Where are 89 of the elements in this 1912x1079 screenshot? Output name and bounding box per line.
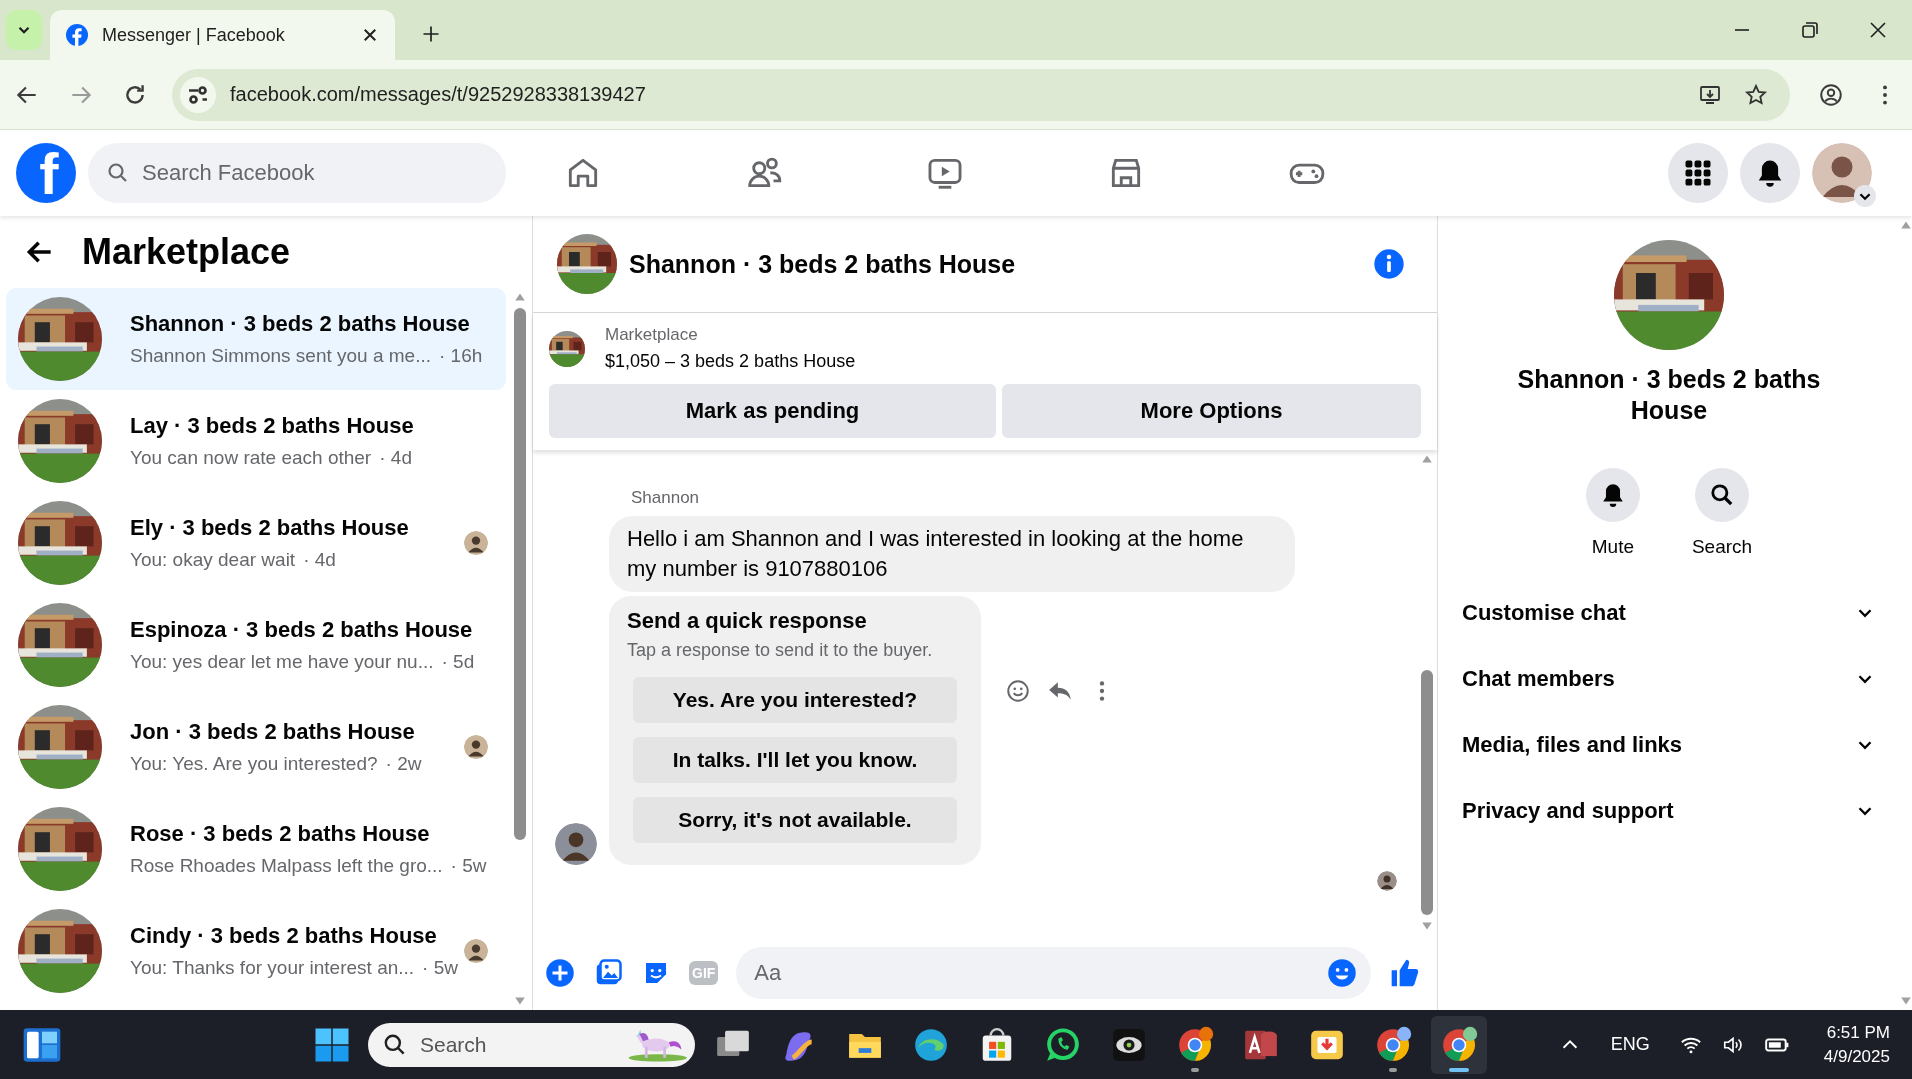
action-label: Search (1691, 536, 1753, 558)
section-header[interactable]: Customise chat (1462, 580, 1876, 646)
clock-time[interactable]: 6:51 PM (1826, 1022, 1890, 1043)
section-header[interactable]: Chat members (1462, 646, 1876, 712)
message-bubble: Hello i am Shannon and I was interested in looking at the home my number is 9107880106 (609, 516, 1295, 592)
search-field[interactable]: Search Facebook (88, 143, 506, 203)
quick-response-button[interactable]: Yes. Are you interested? (633, 677, 957, 723)
conversation-item[interactable]: Jon · 3 beds 2 baths House You: Yes. Are you interested? · 2w (6, 696, 506, 798)
chrome-icon (1440, 1025, 1478, 1064)
message-input[interactable]: Aa (736, 946, 1371, 999)
message-time: · 2w (385, 753, 422, 775)
mute-button[interactable] (1585, 468, 1640, 522)
action-label: Mute (1591, 536, 1634, 558)
conversation-name: Rose · 3 beds 2 baths House (130, 821, 431, 847)
quick-response-button[interactable]: In talks. I'll let you know. (633, 737, 957, 783)
sender-name: Shannon (631, 488, 701, 508)
message-time: · 4d (379, 447, 412, 469)
sidebar-title: Marketplace (82, 231, 291, 273)
scroll-down-icon[interactable] (1421, 921, 1433, 931)
message-preview: You: okay dear wait (130, 549, 296, 571)
conversation-item[interactable]: Lay · 3 beds 2 baths House You can now rate each other · 4d (6, 390, 506, 492)
chrome-icon (1374, 1025, 1412, 1064)
url-text: facebook.com/messages/t/9252928338139427 (230, 83, 646, 106)
info-icon[interactable] (1373, 248, 1405, 280)
card-subtitle: Tap a response to send it to the buyer. (627, 640, 934, 661)
language-indicator[interactable]: ENG (1610, 1034, 1650, 1055)
avatar (555, 823, 597, 865)
browser-tab[interactable]: Messenger | Facebook (50, 10, 395, 60)
conversation-name: Shannon · 3 beds 2 baths House (130, 311, 471, 337)
taskbar-app[interactable] (1431, 1015, 1487, 1074)
conversation-name: Jon · 3 beds 2 baths House (130, 719, 416, 745)
message-preview: Shannon Simmons sent you a me... (130, 345, 431, 367)
search-button[interactable] (1695, 468, 1749, 522)
clock-date[interactable]: 4/9/2025 (1823, 1046, 1890, 1067)
avatar (1812, 143, 1872, 203)
taskbar-search-field[interactable]: Search (368, 1022, 695, 1067)
conversation-name: Ely · 3 beds 2 baths House (130, 515, 410, 541)
windows-start-icon[interactable] (314, 1026, 350, 1063)
listing-summary: $1,050 – 3 beds 2 baths House (605, 351, 856, 372)
grid-icon (1683, 158, 1713, 188)
scroll-up-icon[interactable] (1900, 220, 1912, 230)
quick-response-button[interactable]: Sorry, it's not available. (633, 797, 957, 843)
emoji-icon[interactable] (1327, 957, 1357, 988)
conversation-item[interactable]: Rose · 3 beds 2 baths House Rose Rhoades Malpass left the gro... · 5w (6, 798, 506, 900)
phone-chat-icon (1044, 1025, 1082, 1064)
conversation-item[interactable]: Espinoza · 3 beds 2 baths House You: yes dear let me have your nu... · 5d (6, 594, 506, 696)
listing-label: Marketplace (605, 325, 699, 345)
message-time: · 4d (303, 549, 336, 571)
message-preview: Rose Rhoades Malpass left the gro... (130, 855, 443, 877)
plus-icon[interactable] (421, 24, 441, 44)
message-time: · 5w (450, 855, 487, 877)
message-time: · 16h (439, 345, 483, 367)
chevron-down-icon[interactable] (1854, 185, 1876, 207)
section-header[interactable]: Privacy and support (1462, 778, 1876, 844)
address-bar[interactable]: facebook.com/messages/t/9252928338139427 (172, 68, 1790, 121)
section-header[interactable]: Media, files and links (1462, 712, 1876, 778)
conversation-item[interactable]: Cindy · 3 beds 2 baths House You: Thanks for your interest an... · 5w (6, 900, 506, 1002)
message-preview: You: Thanks for your interest an... (130, 957, 415, 979)
message-time: · 5d (441, 651, 475, 673)
scroll-up-icon[interactable] (514, 292, 526, 302)
message-preview: You can now rate each other (130, 447, 372, 469)
message-time: · 5w (422, 957, 458, 979)
scroll-down-icon[interactable] (514, 996, 526, 1006)
conversation-name: Espinoza · 3 beds 2 baths House (130, 617, 474, 643)
search-icon (1709, 482, 1735, 508)
site-settings-icon[interactable] (180, 76, 216, 113)
emoji-icon[interactable] (1005, 677, 1031, 704)
scroll-up-icon[interactable] (1421, 454, 1433, 464)
conversation-title: Shannon · 3 beds 2 baths House (1516, 364, 1822, 426)
close-icon[interactable] (361, 26, 379, 44)
message-preview: You: yes dear let me have your nu... (130, 651, 434, 673)
conversation-item[interactable]: Ely · 3 beds 2 baths House You: okay dear wait · 4d (6, 492, 506, 594)
conversation-name: Lay · 3 beds 2 baths House (130, 413, 415, 439)
listing-action-button[interactable]: Mark as pending (549, 384, 996, 438)
profile-icon[interactable] (1818, 81, 1844, 108)
facebook-logo[interactable]: f (16, 143, 76, 203)
message-preview: You: Yes. Are you interested? (130, 753, 378, 775)
conversation-item[interactable]: Shannon · 3 beds 2 baths House Shannon Simmons sent you a me... · 16h (6, 288, 506, 390)
logo-icon (66, 24, 88, 46)
menu-button[interactable] (1668, 143, 1728, 203)
plus-icon[interactable] (545, 957, 575, 988)
conversation-name: Cindy · 3 beds 2 baths House (130, 923, 436, 949)
scroll-down-icon[interactable] (1900, 996, 1912, 1006)
chrome-icon (1176, 1025, 1214, 1064)
bookmark-star-icon[interactable] (1744, 82, 1768, 107)
chat-title: Shannon · 3 beds 2 baths House (629, 249, 1016, 279)
card-title: Send a quick response (627, 608, 868, 634)
listing-action-button[interactable]: More Options (1002, 384, 1421, 438)
avatar (1377, 871, 1397, 891)
